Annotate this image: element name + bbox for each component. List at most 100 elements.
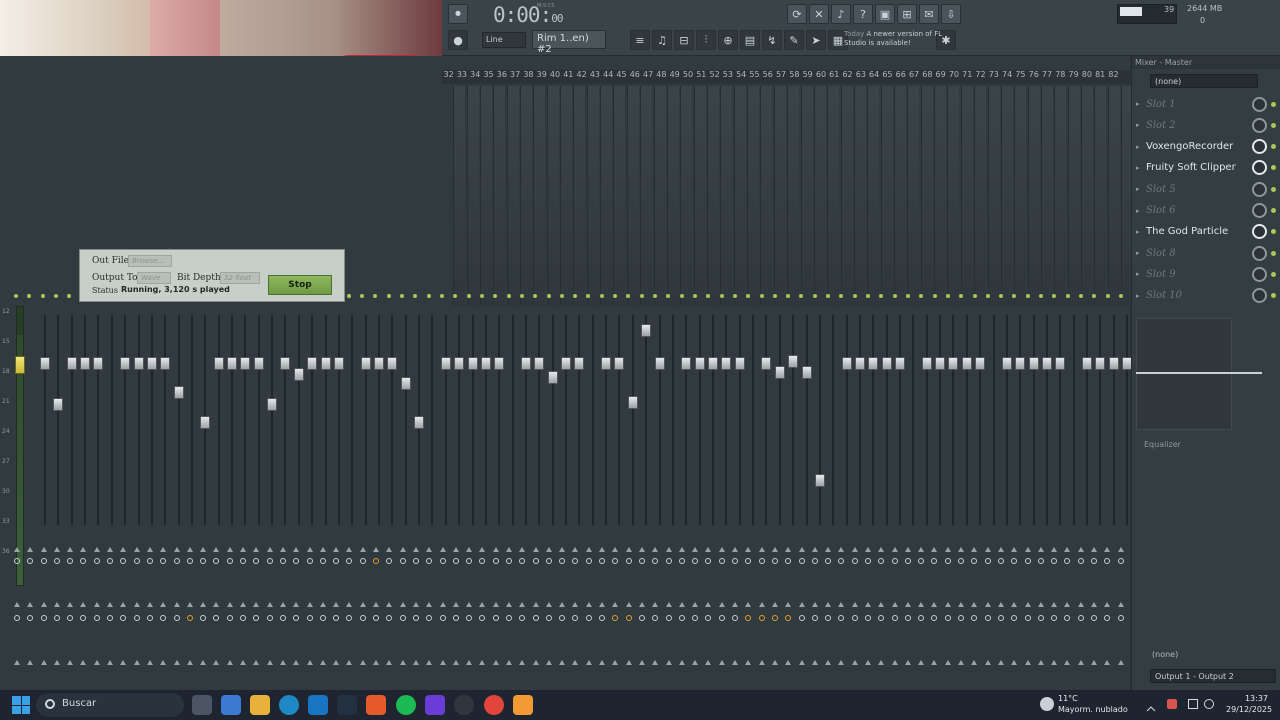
pan-knob[interactable] [492,558,499,564]
pan-knob[interactable] [532,558,539,564]
send-knob[interactable] [625,615,632,621]
send-arrow[interactable] [718,660,725,665]
send-arrow[interactable] [133,660,140,665]
pan-knob[interactable] [1051,558,1058,564]
send-arrow[interactable] [705,660,712,665]
send-arrow[interactable] [439,660,446,665]
send-arrow[interactable] [931,660,938,665]
volume-fader[interactable] [320,357,331,370]
route-arrow[interactable] [359,602,366,607]
stereo-knob[interactable] [133,547,140,552]
slot-enable-led[interactable] [1271,293,1276,299]
insert-strip[interactable] [586,86,599,306]
send-arrow[interactable] [745,660,752,665]
pan-knob[interactable] [1011,558,1018,564]
pan-knob[interactable] [279,558,286,564]
send-knob[interactable] [984,615,991,621]
volume-fader[interactable] [881,357,892,370]
stereo-knob[interactable] [266,547,273,552]
stereo-knob[interactable] [452,547,459,552]
volume-fader[interactable] [841,357,852,370]
route-arrow[interactable] [984,602,991,607]
pan-knob[interactable] [306,558,313,564]
pan-knob[interactable] [798,558,805,564]
volume-fader[interactable] [1001,357,1012,370]
send-arrow[interactable] [107,660,114,665]
send-knob[interactable] [67,615,74,621]
pan-knob[interactable] [904,558,911,564]
volume-fader[interactable] [1028,357,1039,370]
stereo-knob[interactable] [625,547,632,552]
insert-strip[interactable] [867,86,880,306]
insert-led[interactable] [945,294,950,298]
insert-led[interactable] [626,294,631,298]
project-icon[interactable]: ▤ [740,30,760,50]
volume-fader[interactable] [935,357,946,370]
slot-menu-icon[interactable]: ▸ [1136,143,1146,151]
volume-fader[interactable] [80,357,91,370]
insert-strip[interactable] [560,86,573,306]
send-arrow[interactable] [1091,660,1098,665]
route-arrow[interactable] [944,602,951,607]
pan-knob[interactable] [825,558,832,564]
route-arrow[interactable] [851,602,858,607]
route-arrow[interactable] [306,602,313,607]
send-arrow[interactable] [333,660,340,665]
stereo-knob[interactable] [80,547,87,552]
insert-led[interactable] [1092,294,1097,298]
volume-fader[interactable] [374,357,384,370]
send-arrow[interactable] [692,660,699,665]
slot-enable-led[interactable] [1271,186,1276,192]
pan-knob[interactable] [293,558,300,564]
volume-fader[interactable] [868,357,879,370]
send-arrow[interactable] [399,660,406,665]
stereo-knob[interactable] [811,547,818,552]
slot-menu-icon[interactable]: ▸ [1136,249,1146,257]
stereo-knob[interactable] [1077,547,1084,552]
send-arrow[interactable] [612,660,619,665]
insert-strip[interactable] [1067,86,1080,306]
windows-start-icon[interactable] [12,696,30,714]
route-arrow[interactable] [412,602,419,607]
steam-icon[interactable] [337,695,357,715]
pan-knob[interactable] [732,558,739,564]
insert-led[interactable] [812,294,817,298]
volume-fader[interactable] [654,357,665,370]
pan-knob[interactable] [120,558,127,564]
send-arrow[interactable] [452,660,459,665]
insert-led[interactable] [533,294,538,298]
route-arrow[interactable] [732,602,739,607]
stereo-knob[interactable] [186,547,193,552]
insert-led[interactable] [892,294,897,298]
stereo-knob[interactable] [638,547,645,552]
send-arrow[interactable] [146,660,153,665]
stereo-knob[interactable] [1064,547,1071,552]
insert-led[interactable] [866,294,870,298]
pan-knob[interactable] [173,558,180,564]
insert-strip[interactable] [880,86,893,306]
touch-keyboard-icon[interactable]: ✎ [784,30,804,50]
insert-led[interactable] [1052,294,1057,298]
pan-knob[interactable] [412,558,419,564]
insert-led[interactable] [573,294,578,298]
send-arrow[interactable] [838,660,845,665]
volume-fader[interactable] [1108,357,1119,370]
stereo-knob[interactable] [652,547,659,552]
pan-knob[interactable] [466,558,473,564]
volume-fader[interactable] [93,357,104,370]
insert-led[interactable] [679,294,684,298]
effect-slot[interactable]: ▸ VoxengoRecorder [1136,137,1276,157]
route-arrow[interactable] [1077,602,1084,607]
route-arrow[interactable] [958,602,965,607]
pan-knob[interactable] [997,558,1004,564]
insert-strip[interactable] [1094,86,1107,306]
send-arrow[interactable] [200,660,207,665]
slot-mix-knob[interactable] [1252,139,1267,155]
send-arrow[interactable] [904,660,911,665]
pan-knob[interactable] [572,558,579,564]
song-mode-icon[interactable]: ⏺ [448,4,468,24]
send-knob[interactable] [838,615,845,621]
slot-menu-icon[interactable]: ▸ [1136,100,1146,108]
send-knob[interactable] [931,615,938,621]
send-arrow[interactable] [665,660,672,665]
